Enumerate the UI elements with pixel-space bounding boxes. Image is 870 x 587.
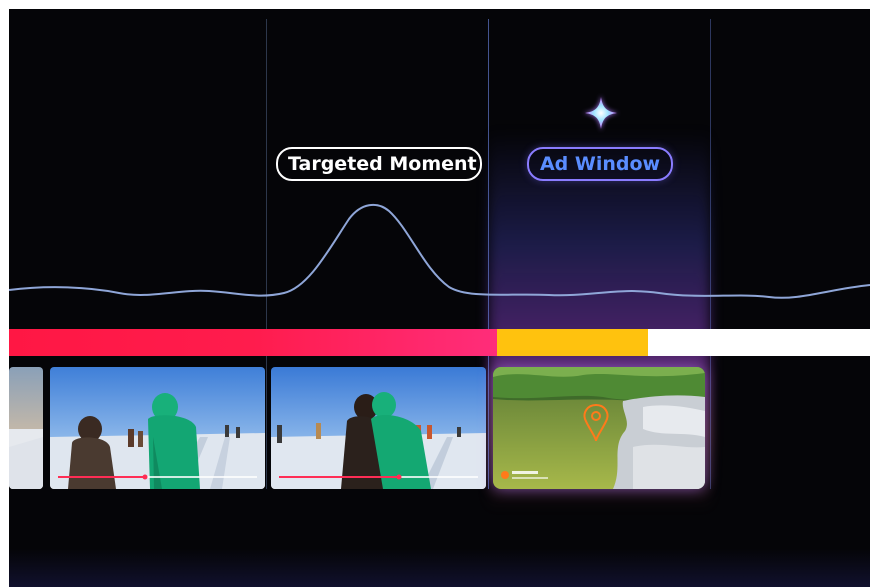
ad-thumbnail[interactable]: [493, 367, 705, 489]
engagement-waveform: [9, 203, 870, 299]
ad-window-label: Ad Window: [527, 147, 673, 181]
frame-thumbnail[interactable]: [9, 367, 43, 489]
bottom-glow: [9, 549, 870, 587]
frame-thumbnail[interactable]: [50, 367, 265, 489]
sparkle-icon: [583, 95, 619, 131]
frame-thumbnail[interactable]: [271, 367, 486, 489]
progress-ad-segment: [497, 329, 648, 356]
video-timeline-stage: Targeted Moment Ad Window: [9, 9, 870, 587]
video-progress-bar[interactable]: [9, 329, 870, 356]
targeted-moment-label: Targeted Moment: [276, 147, 482, 181]
progress-played-segment: [9, 329, 497, 356]
